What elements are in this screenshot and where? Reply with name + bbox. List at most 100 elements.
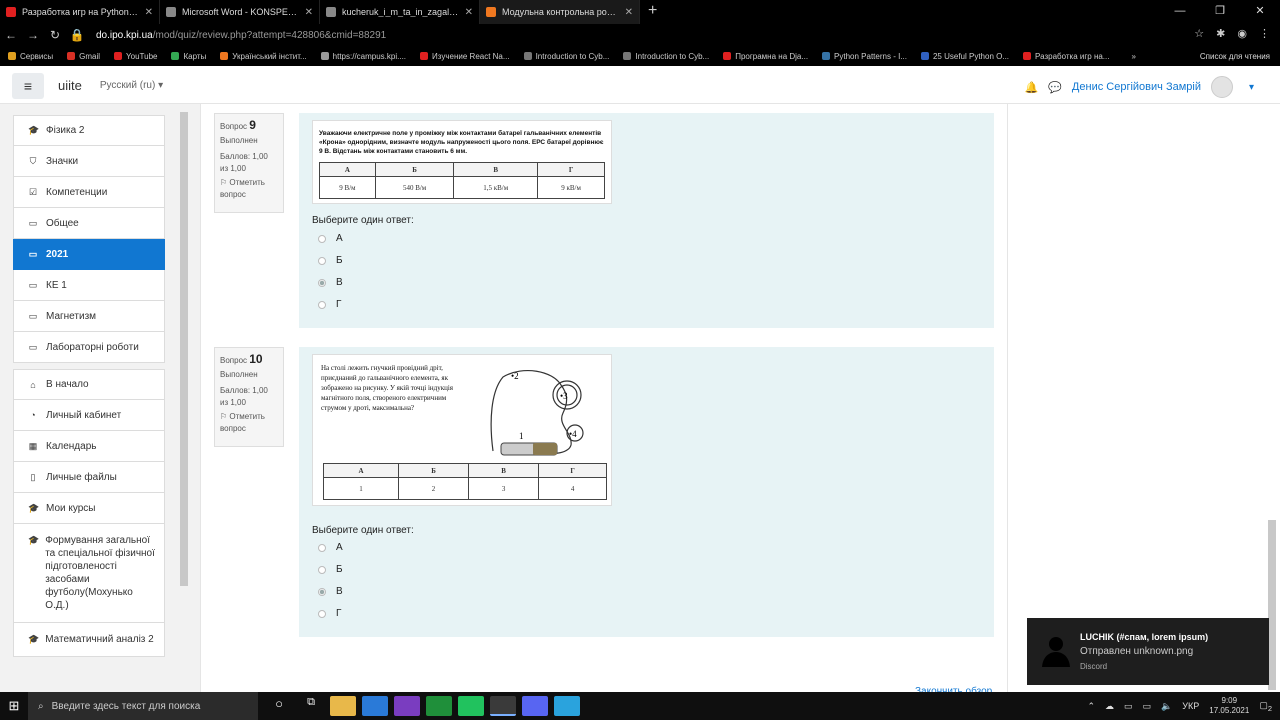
file-explorer-icon[interactable]	[330, 696, 356, 716]
bookmark-item[interactable]: Сервисы	[8, 52, 53, 61]
radio-button[interactable]	[318, 565, 326, 574]
reload-icon[interactable]: ↻	[44, 28, 66, 42]
browser-menu-icon[interactable]: ⋮	[1259, 27, 1270, 40]
back-icon[interactable]: ←	[0, 28, 22, 42]
discord-icon[interactable]	[522, 696, 548, 716]
answer-option[interactable]: Б	[318, 564, 343, 575]
radio-button[interactable]	[318, 609, 326, 618]
sidebar-item[interactable]: ▯ Личные файлы	[13, 462, 165, 493]
sidebar-item[interactable]: ▭ 2021	[13, 239, 165, 270]
chrome-icon[interactable]	[490, 696, 516, 716]
url-field[interactable]: do.ipo.kpi.ua/mod/quiz/review.php?attemp…	[96, 30, 386, 41]
pycharm-icon[interactable]	[426, 696, 452, 716]
action-center-icon[interactable]: ▢2	[1259, 700, 1272, 713]
language-selector[interactable]: Русский (ru) ▾	[100, 80, 163, 91]
reading-list-button[interactable]: Список для чтения	[1200, 52, 1270, 61]
answer-option[interactable]: Г	[318, 299, 341, 310]
answer-option[interactable]: А	[318, 542, 343, 553]
bookmark-item[interactable]: Introduction to Cyb...	[523, 52, 609, 61]
answer-option[interactable]: А	[318, 233, 343, 244]
answer-option[interactable]: В	[318, 277, 343, 288]
maximize-button[interactable]: ❐	[1200, 0, 1240, 24]
minimize-button[interactable]: —	[1160, 0, 1200, 24]
radio-button[interactable]	[318, 278, 326, 287]
sidebar-item[interactable]: ▭ Лабораторні роботи	[13, 332, 165, 363]
bookmark-item[interactable]: https://campus.kpi....	[320, 52, 406, 61]
volume-icon[interactable]: 🔈	[1161, 701, 1172, 712]
task-view-icon[interactable]: ⧉	[298, 696, 324, 716]
bookmark-star-icon[interactable]: ☆	[1194, 27, 1204, 40]
menu-toggle-button[interactable]: ≡	[12, 72, 44, 99]
battery-icon[interactable]: ▭	[1143, 701, 1152, 712]
cortana-icon[interactable]: ○	[266, 696, 292, 716]
mail-icon[interactable]	[362, 696, 388, 716]
visual-studio-icon[interactable]	[394, 696, 420, 716]
close-tab-icon[interactable]: ✕	[465, 7, 473, 18]
flag-question-link[interactable]: ⚐ Отметить вопрос	[220, 411, 278, 435]
radio-button[interactable]	[318, 300, 326, 309]
sidebar-scrollbar[interactable]	[180, 112, 188, 586]
forward-icon[interactable]: →	[22, 28, 44, 42]
sidebar-item[interactable]: ▭ Магнетизм	[13, 301, 165, 332]
windows-start-icon[interactable]: ⊞	[0, 698, 28, 714]
close-tab-icon[interactable]: ✕	[305, 7, 313, 18]
clock[interactable]: 9:09 17.05.2021	[1209, 696, 1249, 716]
bookmark-item[interactable]: Український інстит...	[220, 52, 307, 61]
notification-toast[interactable]: LUCHIK (#спам, lorem ipsum) Отправлен un…	[1027, 618, 1269, 685]
bookmark-item[interactable]: YouTube	[114, 52, 157, 61]
browser-tab[interactable]: Microsoft Word - KONSPEKT_new ✕	[160, 0, 320, 24]
site-name[interactable]: uiite	[58, 78, 82, 93]
flag-question-link[interactable]: ⚐ Отметить вопрос	[220, 177, 278, 201]
bookmark-item[interactable]: Introduction to Cyb...	[623, 52, 709, 61]
bookmark-item[interactable]: Разработка игр на...	[1023, 52, 1109, 61]
close-window-button[interactable]: ✕	[1240, 0, 1280, 24]
browser-tab[interactable]: Разработка игр на Python 3 с Py ✕	[0, 0, 160, 24]
bookmark-item[interactable]: Изучение React Na...	[420, 52, 510, 61]
avatar[interactable]	[1210, 76, 1233, 98]
sidebar-item[interactable]: ⛉ Значки	[13, 146, 165, 177]
sidebar-item[interactable]: ▭ Общее	[13, 208, 165, 239]
radio-button[interactable]	[318, 543, 326, 552]
lock-icon[interactable]: 🔒	[66, 28, 88, 42]
user-menu-caret-icon[interactable]: ▾	[1249, 82, 1254, 93]
sidebar-course-item[interactable]: 🎓 Формування загальної та спеціальної фіз…	[13, 524, 165, 623]
browser-tab[interactable]: kucheruk_i_m_ta_in_zagalnii_kurs ✕	[320, 0, 480, 24]
sidebar-course-item[interactable]: 🎓 Математичний аналіз 2	[13, 623, 165, 657]
telegram-icon[interactable]	[554, 696, 580, 716]
bookmark-item[interactable]: Python Patterns - I...	[822, 52, 907, 61]
network-icon[interactable]: ▭	[1124, 701, 1133, 712]
sidebar-item[interactable]: ☑ Компетенции	[13, 177, 165, 208]
page-scrollbar[interactable]	[1268, 520, 1276, 690]
browser-tab[interactable]: Модульна контрольна робота: пе ✕	[480, 0, 640, 24]
sidebar-item[interactable]: 🎓 Мои курсы	[13, 493, 165, 524]
bell-icon[interactable]: 🔔	[1025, 81, 1039, 94]
answer-option[interactable]: В	[318, 586, 343, 597]
bookmarks-more-button[interactable]: »	[1131, 52, 1135, 61]
close-tab-icon[interactable]: ✕	[625, 7, 633, 18]
bookmark-item[interactable]: Програмна на Dja...	[723, 52, 808, 61]
close-tab-icon[interactable]: ✕	[145, 7, 153, 18]
onedrive-icon[interactable]: ☁	[1105, 701, 1114, 712]
extensions-icon[interactable]: ✱	[1216, 27, 1225, 40]
taskbar-search[interactable]: ⌕ Введите здесь текст для поиска	[28, 692, 258, 720]
user-name[interactable]: Денис Сергійович Замрій	[1072, 81, 1201, 93]
sidebar-item[interactable]: ⌂ В начало	[13, 369, 165, 400]
sidebar-item[interactable]: ▭ КЕ 1	[13, 270, 165, 301]
new-tab-button[interactable]: +	[640, 0, 665, 24]
bookmark-item[interactable]: Gmail	[67, 52, 100, 61]
tray-chevron-icon[interactable]: ⌃	[1088, 701, 1096, 712]
sidebar-item[interactable]: ▦ Календарь	[13, 431, 165, 462]
sidebar-item[interactable]: ◔ Личный кабинет	[13, 400, 165, 431]
pycharm-ce-icon[interactable]	[458, 696, 484, 716]
sidebar-item[interactable]: 🎓 Фізика 2	[13, 115, 165, 146]
input-language[interactable]: УКР	[1182, 701, 1199, 711]
bookmark-item[interactable]: Карты	[171, 52, 206, 61]
radio-button[interactable]	[318, 234, 326, 243]
radio-button[interactable]	[318, 587, 326, 596]
answer-option[interactable]: Б	[318, 255, 343, 266]
chat-icon[interactable]: 💬	[1048, 81, 1062, 94]
answer-option[interactable]: Г	[318, 608, 341, 619]
bookmark-item[interactable]: 25 Useful Python O...	[920, 52, 1009, 61]
radio-button[interactable]	[318, 256, 326, 265]
profile-icon[interactable]: ◉	[1237, 27, 1247, 40]
